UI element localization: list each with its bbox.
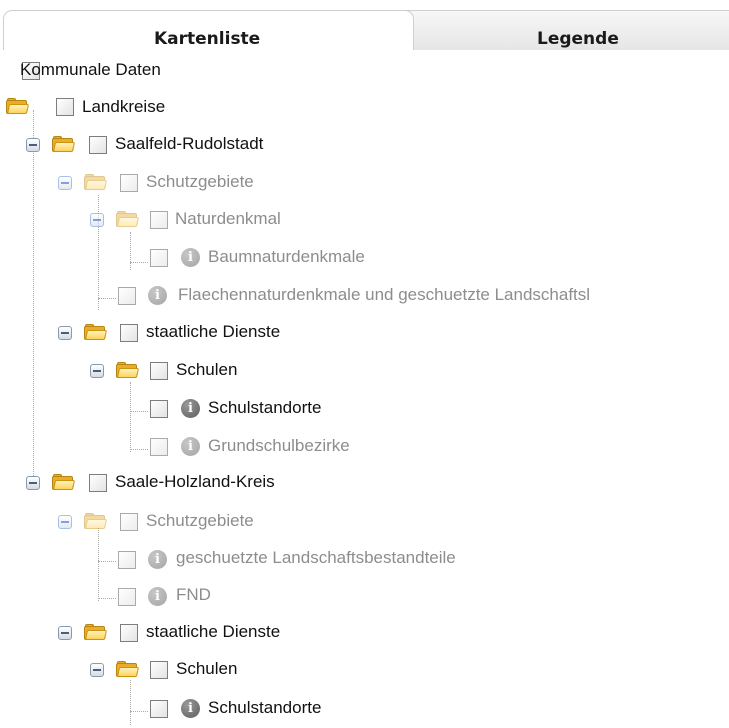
tree-node-label[interactable]: Baumnaturdenkmale [208,247,365,267]
info-icon[interactable]: i [181,399,200,418]
info-icon[interactable]: i [181,699,200,718]
checkbox-icon[interactable] [118,588,136,606]
folder-open-icon[interactable] [84,624,108,641]
tree-node-label[interactable]: staatliche Dienste [146,622,280,642]
tree-node-label[interactable]: Saale-Holzland-Kreis [115,472,275,492]
checkbox-icon[interactable] [150,700,168,718]
tab-legende[interactable]: Legende [386,10,729,50]
collapse-minus-icon[interactable] [90,213,104,227]
collapse-minus-icon[interactable] [90,364,104,378]
folder-open-icon[interactable] [6,98,30,115]
tree-node-label[interactable]: Naturdenkmal [175,209,281,229]
checkbox-icon[interactable] [120,174,138,192]
info-icon[interactable]: i [148,286,167,305]
tree-connector-line [130,680,131,725]
checkbox-icon[interactable] [150,400,168,418]
checkbox-icon[interactable] [150,362,168,380]
checkbox-icon[interactable] [89,474,107,492]
tab-kartenliste-label: Kartenliste [154,29,261,49]
tab-bar: Legende Kartenliste [0,0,729,50]
checkbox-icon[interactable] [150,661,168,679]
checkbox-icon[interactable] [120,513,138,531]
collapse-minus-icon[interactable] [58,626,72,640]
tree-connector-line [130,232,131,270]
folder-open-icon[interactable] [52,474,76,491]
info-icon[interactable]: i [148,550,167,569]
collapse-minus-icon[interactable] [58,176,72,190]
collapse-minus-icon[interactable] [58,326,72,340]
tree-connector-line [98,598,116,599]
tree-node-label[interactable]: Schulen [176,659,237,679]
tree-node-label[interactable]: Flaechennaturdenkmale und geschuetzte La… [178,285,590,305]
tree-connector-line [130,711,148,712]
checkbox-icon[interactable] [150,438,168,456]
tree-connector-line [130,262,148,263]
checkbox-icon[interactable] [150,211,168,229]
collapse-minus-icon[interactable] [26,138,40,152]
tree-node-label[interactable]: Schulen [176,360,237,380]
tree-connector-line [98,298,116,299]
checkbox-icon[interactable] [118,551,136,569]
map-layer-tree: Kommunale Daten Landkreise Saalfeld-Rudo… [0,50,729,728]
tree-connector-line [130,382,131,452]
tree-node-label[interactable]: staatliche Dienste [146,322,280,342]
info-icon[interactable]: i [148,587,167,606]
tab-kartenliste[interactable]: Kartenliste [3,10,414,50]
tree-node-label[interactable]: Schutzgebiete [146,172,254,192]
tree-connector-line [33,110,34,490]
tree-node-label[interactable]: Saalfeld-Rudolstadt [115,134,263,154]
tree-node-label[interactable]: Schulstandorte [208,698,321,718]
collapse-minus-icon[interactable] [58,515,72,529]
tree-node-label[interactable]: Schulstandorte [208,398,321,418]
folder-open-icon[interactable] [116,362,140,379]
tree-connector-line [130,411,148,412]
tree-node-label[interactable]: Landkreise [82,97,165,117]
checkbox-icon[interactable] [118,287,136,305]
checkbox-icon[interactable] [89,136,107,154]
folder-open-icon[interactable] [84,513,108,530]
folder-open-icon[interactable] [84,174,108,191]
tree-node-label[interactable]: Schutzgebiete [146,511,254,531]
collapse-minus-icon[interactable] [90,663,104,677]
tree-connector-line [98,528,99,601]
checkbox-icon[interactable] [120,324,138,342]
tree-node-label[interactable]: Kommunale Daten [20,60,161,80]
folder-open-icon[interactable] [84,324,108,341]
tree-node-label[interactable]: FND [176,585,211,605]
info-icon[interactable]: i [181,437,200,456]
folder-open-icon[interactable] [116,211,140,228]
tree-node-label[interactable]: Grundschulbezirke [208,436,350,456]
tree-connector-line [98,561,116,562]
checkbox-icon[interactable] [150,249,168,267]
folder-open-icon[interactable] [116,661,140,678]
folder-open-icon[interactable] [52,136,76,153]
info-icon[interactable]: i [181,248,200,267]
checkbox-icon[interactable] [120,624,138,642]
checkbox-icon[interactable] [56,98,74,116]
tree-connector-line [130,449,148,450]
tree-node-label[interactable]: geschuetzte Landschaftsbestandteile [176,548,456,568]
tab-legende-label: Legende [537,29,619,49]
collapse-minus-icon[interactable] [26,476,40,490]
